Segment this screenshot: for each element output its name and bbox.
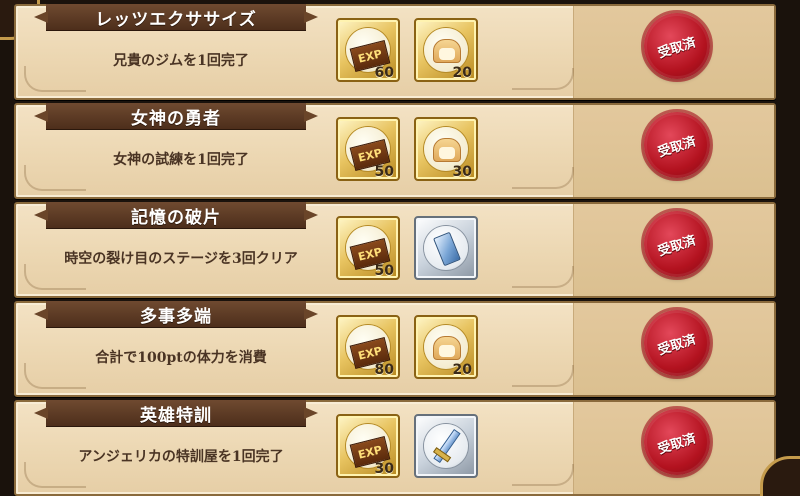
reward-slot-bread[interactable]: 20: [414, 18, 478, 82]
quest-title-banner: 女神の勇者: [46, 103, 306, 130]
quest-list-screen: レッツエクササイズ 兄貴のジムを1回完了 EXP 60 20 受取済 女神の勇者…: [0, 0, 800, 496]
quest-title: 多事多端: [140, 306, 212, 327]
reward-count: 20: [452, 362, 472, 378]
reward-slot-crystal[interactable]: [414, 216, 478, 280]
reward-slot-exp[interactable]: EXP 60: [336, 18, 400, 82]
reward-count: 60: [374, 65, 394, 81]
claimed-label: 受取済: [656, 133, 699, 161]
quest-title: 記憶の破片: [131, 207, 221, 228]
claimed-seal-icon: 受取済: [641, 208, 713, 280]
bread-icon: [433, 39, 461, 63]
crystal-ticket-icon: [433, 231, 461, 267]
reward-icon-bg: [424, 226, 468, 270]
quest-description: 合計で100ptの体力を消費: [95, 350, 267, 366]
reward-count: 30: [374, 461, 394, 477]
reward-slot-exp[interactable]: EXP 80: [336, 315, 400, 379]
claimed-seal-icon: 受取済: [641, 307, 713, 379]
quest-title-banner: 英雄特訓: [46, 400, 306, 427]
reward-count: 30: [452, 164, 472, 180]
quest-description: 女神の試練を1回完了: [113, 152, 249, 168]
reward-slot-exp[interactable]: EXP 30: [336, 414, 400, 478]
quest-description: アンジェリカの特訓屋を1回完了: [78, 449, 284, 465]
reward-count: 50: [374, 164, 394, 180]
claimed-seal-icon: 受取済: [641, 406, 713, 478]
reward-slot-sword[interactable]: [414, 414, 478, 478]
quest-title: 女神の勇者: [131, 108, 221, 129]
quest-title: 英雄特訓: [140, 405, 212, 426]
claimed-label: 受取済: [656, 34, 699, 62]
claimed-label: 受取済: [656, 232, 699, 260]
claim-status-area: 受取済: [573, 6, 774, 98]
quest-row: 女神の勇者 女神の試練を1回完了 EXP 50 30 受取済: [14, 103, 776, 199]
quest-title-banner: 記憶の破片: [46, 202, 306, 229]
reward-count: 20: [452, 65, 472, 81]
claim-status-area: 受取済: [573, 402, 774, 494]
quest-title: レッツエクササイズ: [95, 9, 257, 30]
reward-count: 50: [374, 263, 394, 279]
quest-row: 記憶の破片 時空の裂け目のステージを3回クリア EXP 50 受取済: [14, 202, 776, 298]
quest-title-banner: 多事多端: [46, 301, 306, 328]
quest-row: 多事多端 合計で100ptの体力を消費 EXP 80 20 受取済: [14, 301, 776, 397]
claim-status-area: 受取済: [573, 204, 774, 296]
reward-slot-bread[interactable]: 20: [414, 315, 478, 379]
quest-description: 時空の裂け目のステージを3回クリア: [64, 251, 298, 267]
claimed-label: 受取済: [656, 430, 699, 458]
sword-icon: [433, 428, 461, 464]
reward-slot-exp[interactable]: EXP 50: [336, 117, 400, 181]
reward-count: 80: [374, 362, 394, 378]
reward-slot-bread[interactable]: 30: [414, 117, 478, 181]
quest-row: 英雄特訓 アンジェリカの特訓屋を1回完了 EXP 30 受取済: [14, 400, 776, 496]
quest-row: レッツエクササイズ 兄貴のジムを1回完了 EXP 60 20 受取済: [14, 4, 776, 100]
claim-status-area: 受取済: [573, 105, 774, 197]
reward-icon-bg: [424, 424, 468, 468]
bread-icon: [433, 138, 461, 162]
quest-title-banner: レッツエクササイズ: [46, 4, 306, 31]
quest-description: 兄貴のジムを1回完了: [113, 53, 249, 69]
claimed-seal-icon: 受取済: [641, 109, 713, 181]
bread-icon: [433, 336, 461, 360]
claim-status-area: 受取済: [573, 303, 774, 395]
claimed-label: 受取済: [656, 331, 699, 359]
claimed-seal-icon: 受取済: [641, 10, 713, 82]
reward-slot-exp[interactable]: EXP 50: [336, 216, 400, 280]
